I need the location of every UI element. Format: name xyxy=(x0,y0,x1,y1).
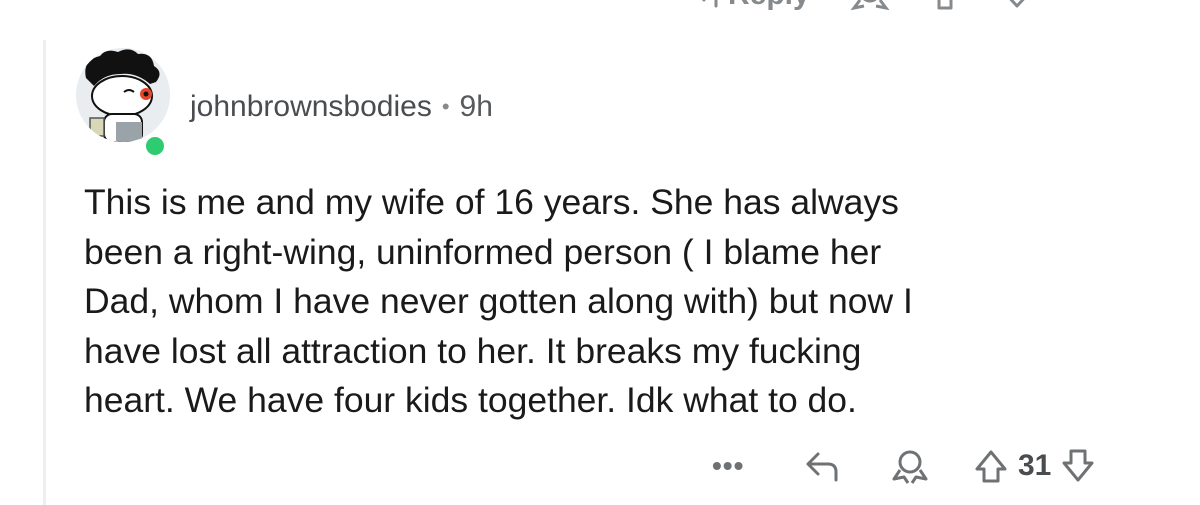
snoo-avatar-icon xyxy=(76,48,170,142)
downvote-icon xyxy=(1062,449,1094,482)
comment-actions: ••• 31 xyxy=(712,444,1095,488)
upvote-icon[interactable] xyxy=(930,0,960,12)
parent-comment-actions: Reply xyxy=(690,0,1034,12)
thread-line[interactable] xyxy=(43,40,46,505)
award-icon[interactable] xyxy=(850,0,890,12)
reply-button[interactable] xyxy=(802,448,842,484)
parent-reply-button[interactable]: Reply xyxy=(690,0,810,12)
avatar-circle xyxy=(76,48,170,142)
vote-score: 31 xyxy=(1018,449,1052,482)
upvote-button[interactable] xyxy=(974,447,1008,485)
comment-meta: johnbrownsbodies • 9h xyxy=(190,90,493,124)
timestamp[interactable]: 9h xyxy=(460,90,493,124)
online-status-dot xyxy=(143,134,167,158)
reply-arrow-icon xyxy=(701,0,718,8)
award-icon xyxy=(892,450,928,484)
downvote-icon[interactable] xyxy=(1000,0,1034,12)
avatar[interactable] xyxy=(76,48,176,158)
reply-arrow-icon xyxy=(806,452,838,482)
comment-body: This is me and my wife of 16 years. She … xyxy=(84,182,913,420)
award-button[interactable] xyxy=(890,447,930,485)
more-options-button[interactable]: ••• xyxy=(712,450,772,482)
upvote-icon xyxy=(975,450,1007,483)
downvote-button[interactable] xyxy=(1061,447,1095,485)
username-link[interactable]: johnbrownsbodies xyxy=(190,90,432,124)
meta-separator: • xyxy=(441,94,450,119)
parent-reply-label: Reply xyxy=(728,0,810,12)
